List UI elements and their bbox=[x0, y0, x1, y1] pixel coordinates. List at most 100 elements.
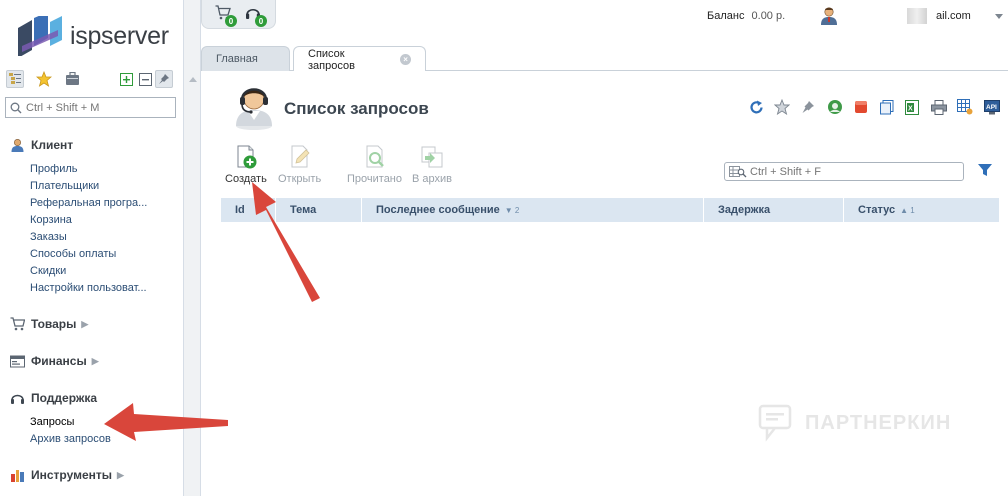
mark-read-button[interactable]: Прочитано bbox=[347, 145, 402, 185]
cart-notification[interactable]: 0 bbox=[215, 5, 237, 27]
sidebar-item-orders[interactable]: Заказы bbox=[30, 231, 67, 243]
menu-group-label: Товары bbox=[31, 317, 77, 331]
logo-text: ispserver bbox=[70, 21, 169, 50]
filter-funnel-icon[interactable] bbox=[977, 162, 995, 180]
mark-read-icon bbox=[366, 145, 384, 168]
finance-icon bbox=[9, 353, 25, 369]
support-notification[interactable]: 0 bbox=[245, 5, 267, 27]
tab-home[interactable]: Главная bbox=[201, 46, 290, 71]
column-id[interactable]: Id bbox=[221, 198, 276, 222]
sidebar-item-requests[interactable]: Запросы bbox=[30, 416, 74, 428]
column-label: Тема bbox=[290, 204, 317, 216]
balance[interactable]: Баланс 0.00 р. bbox=[707, 10, 785, 22]
sidebar-toolbar bbox=[6, 70, 176, 90]
mark-read-label: Прочитано bbox=[347, 173, 402, 185]
filter-input[interactable] bbox=[750, 165, 950, 178]
sidebar-search-input[interactable] bbox=[26, 101, 166, 114]
sidebar-item-requests-archive[interactable]: Архив запросов bbox=[30, 433, 111, 445]
sidebar-item-referral[interactable]: Реферальная програ... bbox=[30, 197, 147, 209]
menu-group-products[interactable]: Товары ▶ bbox=[9, 316, 88, 332]
close-icon[interactable]: × bbox=[400, 54, 411, 65]
cart-icon bbox=[9, 316, 25, 332]
sidebar-item-discounts[interactable]: Скидки bbox=[30, 265, 66, 277]
archive-label: В архив bbox=[412, 173, 452, 185]
red-block-icon[interactable] bbox=[852, 98, 870, 116]
table-settings-icon[interactable] bbox=[956, 98, 974, 116]
collapse-all-icon[interactable] bbox=[136, 70, 154, 88]
action-toolbar: Создать Открыть Прочитано В архив bbox=[221, 145, 481, 189]
sidebar-item-user-settings[interactable]: Настройки пользоват... bbox=[30, 282, 147, 294]
archive-button[interactable]: В архив bbox=[412, 145, 452, 185]
headset-icon bbox=[9, 390, 25, 406]
watermark-logo-icon bbox=[758, 404, 792, 442]
tab-requests-list[interactable]: Список запросов × bbox=[293, 46, 426, 72]
user-icon bbox=[9, 137, 25, 153]
tab-label: Главная bbox=[216, 53, 258, 65]
sort-asc-indicator: ▲ 1 bbox=[900, 205, 915, 215]
edit-icon bbox=[291, 145, 310, 168]
notification-box: 0 0 bbox=[201, 0, 276, 29]
menu-group-tools[interactable]: Инструменты ▶ bbox=[9, 467, 124, 483]
user-name-masked bbox=[907, 8, 927, 24]
support-chat-icon[interactable] bbox=[826, 98, 844, 116]
excel-export-icon[interactable]: X bbox=[903, 98, 921, 116]
menu-group-client[interactable]: Клиент bbox=[9, 137, 73, 153]
tools-icon bbox=[9, 467, 25, 483]
pin-icon[interactable] bbox=[799, 98, 817, 116]
sidebar-item-profile[interactable]: Профиль bbox=[30, 163, 78, 175]
column-last-message[interactable]: Последнее сообщение ▼ 2 bbox=[362, 198, 704, 222]
page-toolbar: X API bbox=[747, 98, 1002, 116]
column-label: Статус bbox=[858, 204, 896, 216]
pin-icon[interactable] bbox=[155, 70, 173, 88]
search-icon bbox=[10, 102, 22, 113]
menu-group-finance[interactable]: Финансы ▶ bbox=[9, 353, 99, 369]
copy-document-icon[interactable] bbox=[878, 98, 896, 116]
sidebar-item-payers[interactable]: Плательщики bbox=[30, 180, 99, 192]
scroll-up-icon[interactable] bbox=[189, 77, 197, 82]
briefcase-icon[interactable] bbox=[63, 70, 81, 88]
refresh-icon[interactable] bbox=[747, 98, 765, 116]
filter-search[interactable] bbox=[724, 162, 964, 181]
svg-text:API: API bbox=[986, 103, 997, 110]
sidebar-item-cart[interactable]: Корзина bbox=[30, 214, 72, 226]
tree-view-icon[interactable] bbox=[6, 70, 24, 88]
favorites-star-icon[interactable] bbox=[35, 70, 53, 88]
open-button[interactable]: Открыть bbox=[278, 145, 321, 185]
logo[interactable]: ispserver bbox=[14, 16, 169, 56]
column-label: Id bbox=[235, 204, 245, 216]
print-icon[interactable] bbox=[930, 98, 948, 116]
tab-label: Список запросов bbox=[308, 47, 355, 72]
menu-group-label: Клиент bbox=[31, 138, 74, 152]
menu-group-support[interactable]: Поддержка bbox=[9, 390, 97, 406]
expand-all-icon[interactable] bbox=[117, 70, 135, 88]
column-status[interactable]: Статус ▲ 1 bbox=[844, 198, 999, 222]
sort-desc-indicator: ▼ 2 bbox=[504, 205, 520, 215]
archive-icon bbox=[421, 146, 443, 168]
menu-group-label: Финансы bbox=[31, 354, 87, 368]
balance-label: Баланс bbox=[707, 10, 745, 22]
chevron-down-icon[interactable] bbox=[995, 14, 1003, 19]
sidebar-scrollbar[interactable] bbox=[184, 0, 201, 496]
chevron-right-icon: ▶ bbox=[117, 469, 124, 480]
cart-badge: 0 bbox=[225, 15, 237, 27]
support-badge: 0 bbox=[255, 15, 267, 27]
favorite-star-icon[interactable] bbox=[773, 98, 791, 116]
user-avatar-icon[interactable] bbox=[819, 6, 839, 26]
menu-group-label: Инструменты bbox=[31, 468, 113, 482]
sidebar-search[interactable] bbox=[5, 97, 176, 118]
column-subject[interactable]: Тема bbox=[276, 198, 362, 222]
create-label: Создать bbox=[225, 173, 267, 185]
ispserver-logo-icon bbox=[18, 16, 62, 56]
chevron-right-icon: ▶ bbox=[91, 355, 99, 366]
chevron-right-icon: ▶ bbox=[81, 318, 89, 329]
column-label: Последнее сообщение bbox=[376, 204, 500, 216]
api-icon[interactable]: API bbox=[983, 98, 1001, 116]
support-operator-icon bbox=[230, 82, 278, 130]
column-delay[interactable]: Задержка bbox=[704, 198, 844, 222]
user-email[interactable]: ail.com bbox=[936, 10, 971, 22]
requests-table-header: Id Тема Последнее сообщение ▼ 2 Задержка… bbox=[221, 198, 999, 222]
open-label: Открыть bbox=[278, 173, 322, 185]
balance-value: 0.00 р. bbox=[751, 10, 786, 22]
create-button[interactable]: Создать bbox=[225, 145, 267, 185]
sidebar-item-payment-methods[interactable]: Способы оплаты bbox=[30, 248, 116, 260]
